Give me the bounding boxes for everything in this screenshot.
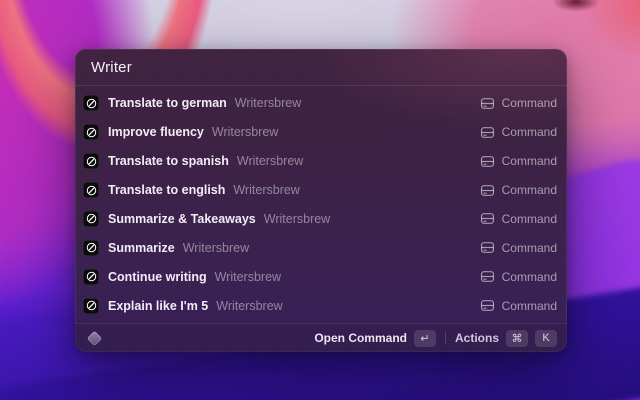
action-bar: Open Command ↵ Actions ⌘ K bbox=[75, 323, 567, 352]
item-accessory: Command bbox=[480, 299, 557, 313]
gem-icon bbox=[86, 330, 103, 346]
pencil-circle-icon bbox=[83, 95, 99, 112]
item-accessory: Command bbox=[480, 270, 557, 284]
actions-button[interactable]: Actions ⌘ K bbox=[454, 329, 557, 347]
footer-divider bbox=[444, 332, 446, 344]
command-window-icon bbox=[480, 98, 494, 109]
item-title: Summarize & Takeaways bbox=[108, 211, 256, 226]
pencil-circle-icon bbox=[83, 153, 99, 170]
pencil-circle-icon bbox=[83, 239, 99, 256]
item-title: Summarize bbox=[108, 240, 175, 255]
item-subtitle: Writersbrew bbox=[233, 183, 300, 198]
list-item[interactable]: Translate to english Writersbrew Command bbox=[79, 176, 563, 205]
item-type-label: Command bbox=[501, 298, 557, 313]
item-title: Translate to spanish bbox=[108, 154, 229, 169]
item-type-label: Command bbox=[501, 211, 557, 226]
desktop: Writer Translate to german Writersbrew C… bbox=[0, 0, 640, 400]
item-subtitle: Writersbrew bbox=[214, 269, 282, 284]
item-title: Improve fluency bbox=[108, 125, 204, 140]
item-title: Translate to german bbox=[108, 96, 227, 111]
command-key-icon: ⌘ bbox=[506, 329, 528, 347]
item-type-label: Command bbox=[501, 125, 557, 140]
item-accessory: Command bbox=[480, 183, 557, 197]
command-window-icon bbox=[480, 213, 494, 225]
item-title: Explain like I'm 5 bbox=[108, 298, 209, 313]
list-item[interactable]: Continue writing Writersbrew Command bbox=[79, 262, 563, 291]
open-command-label: Open Command bbox=[314, 331, 407, 345]
list-item[interactable]: Summarize Writersbrew Command bbox=[79, 233, 563, 262]
item-type-label: Command bbox=[501, 240, 557, 255]
item-type-label: Command bbox=[501, 96, 557, 111]
list-item[interactable]: Translate to german Writersbrew Command bbox=[79, 89, 563, 118]
command-window-icon bbox=[480, 300, 494, 311]
command-window-icon bbox=[480, 155, 494, 167]
item-accessory: Command bbox=[480, 154, 557, 168]
open-command-button[interactable]: Open Command ↵ bbox=[314, 329, 436, 347]
return-key-icon: ↵ bbox=[413, 329, 436, 347]
pencil-circle-icon bbox=[83, 182, 99, 199]
item-type-label: Command bbox=[501, 183, 557, 198]
item-subtitle: Writersbrew bbox=[216, 298, 283, 313]
actions-label: Actions bbox=[454, 331, 499, 345]
command-window-icon bbox=[480, 271, 494, 283]
command-window-icon bbox=[480, 126, 494, 138]
list-item[interactable]: Translate to spanish Writersbrew Command bbox=[79, 147, 563, 176]
command-list: Translate to german Writersbrew Command … bbox=[75, 86, 567, 323]
list-item[interactable]: Explain like I'm 5 Writersbrew Command bbox=[79, 291, 563, 320]
item-type-label: Command bbox=[501, 269, 557, 284]
command-palette-window: Writer Translate to german Writersbrew C… bbox=[75, 49, 567, 352]
item-title: Continue writing bbox=[108, 269, 207, 284]
command-window-icon bbox=[480, 242, 494, 254]
item-accessory: Command bbox=[480, 125, 557, 139]
pencil-circle-icon bbox=[83, 124, 99, 141]
item-subtitle: Writersbrew bbox=[211, 125, 279, 140]
item-accessory: Command bbox=[480, 96, 557, 110]
item-accessory: Command bbox=[480, 212, 557, 226]
search-input[interactable]: Writer bbox=[91, 59, 132, 76]
command-window-icon bbox=[480, 184, 494, 196]
item-type-label: Command bbox=[501, 154, 557, 169]
item-subtitle: Writersbrew bbox=[234, 96, 302, 111]
item-subtitle: Writersbrew bbox=[236, 154, 304, 169]
pencil-circle-icon bbox=[83, 297, 99, 314]
item-title: Translate to english bbox=[108, 183, 226, 198]
list-item[interactable]: Summarize & Takeaways Writersbrew Comman… bbox=[79, 205, 563, 234]
list-item[interactable]: Improve fluency Writersbrew Command bbox=[79, 118, 563, 147]
pencil-circle-icon bbox=[83, 210, 99, 227]
pencil-circle-icon bbox=[83, 268, 99, 285]
item-accessory: Command bbox=[480, 241, 557, 255]
item-subtitle: Writersbrew bbox=[263, 211, 331, 226]
search-bar[interactable]: Writer bbox=[75, 49, 567, 86]
item-subtitle: Writersbrew bbox=[182, 240, 250, 255]
k-key-icon: K bbox=[535, 329, 557, 347]
